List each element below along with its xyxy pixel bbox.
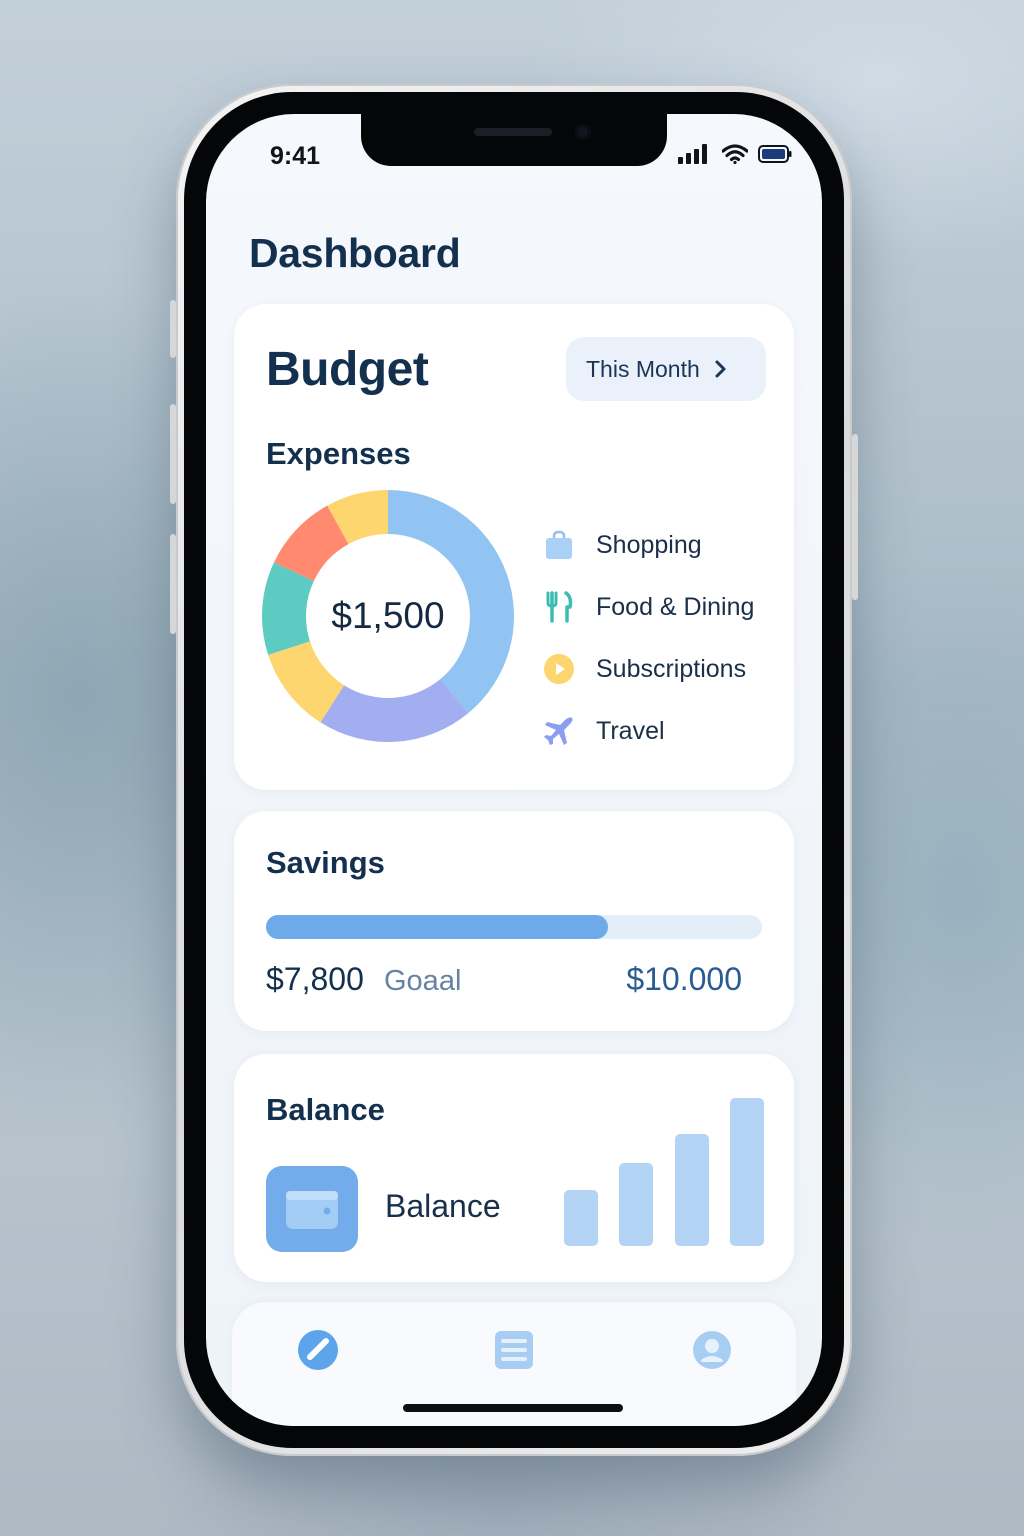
speaker-grille [474, 128, 552, 136]
airplane-icon [542, 714, 576, 748]
fork-knife-icon [542, 590, 576, 624]
legend-item-travel[interactable]: Travel [542, 700, 754, 762]
goal-label: Goaal [384, 965, 462, 997]
tab-overview[interactable] [296, 1328, 340, 1372]
legend-item-shopping[interactable]: Shopping [542, 514, 754, 576]
shopping-bag-icon [542, 528, 576, 562]
balance-bar [564, 1190, 598, 1246]
tab-list[interactable] [492, 1328, 536, 1372]
side-button-power [852, 434, 858, 600]
expenses-legend: Shopping Food & Dining Subscriptions Tra… [542, 514, 754, 762]
side-button-volume-down [170, 534, 176, 634]
status-icons [678, 144, 792, 164]
period-selector-button[interactable]: This Month [566, 337, 766, 401]
budget-card: Budget This Month Expenses $1,500 Shoppi… [234, 304, 794, 790]
chevron-right-icon [715, 360, 726, 378]
balance-bar-chart [564, 1098, 764, 1246]
savings-progress-fill [266, 915, 609, 939]
home-indicator[interactable] [403, 1404, 623, 1412]
pie-chart-icon [298, 1330, 338, 1370]
expenses-label: Expenses [266, 436, 411, 471]
wallet-icon [266, 1166, 358, 1252]
tab-profile[interactable] [690, 1328, 734, 1372]
period-selector-label: This Month [586, 355, 700, 382]
balance-bar [619, 1163, 653, 1246]
expenses-donut-chart: $1,500 [262, 490, 514, 742]
balance-bar [675, 1134, 709, 1246]
page-title: Dashboard [249, 230, 461, 276]
play-icon [542, 652, 576, 686]
legend-item-food-dining[interactable]: Food & Dining [542, 576, 754, 638]
budget-title: Budget [266, 343, 429, 396]
status-time: 9:41 [270, 142, 321, 170]
front-camera [575, 124, 591, 140]
legend-item-subscriptions[interactable]: Subscriptions [542, 638, 754, 700]
side-button-silent [170, 300, 176, 358]
notch [361, 114, 667, 166]
side-button-volume-up [170, 404, 176, 504]
legend-label: Travel [596, 716, 665, 745]
profile-icon [693, 1331, 731, 1369]
balance-card[interactable]: Balance Balance [234, 1054, 794, 1282]
balance-title: Balance [266, 1092, 385, 1127]
list-icon [495, 1331, 533, 1369]
wifi-icon [722, 144, 748, 164]
expenses-total: $1,500 [331, 595, 445, 636]
battery-icon [758, 145, 792, 163]
savings-progress-bar [266, 915, 762, 939]
phone-screen: 9:41 Dashboard Budget This Month Expense… [206, 114, 822, 1426]
balance-bar [730, 1098, 764, 1246]
cellular-signal-icon [678, 144, 707, 164]
legend-label: Shopping [596, 530, 702, 559]
legend-label: Food & Dining [596, 592, 755, 621]
goal-amount: $10.000 [626, 961, 742, 997]
savings-amount: $7,800 [266, 961, 364, 997]
savings-title: Savings [266, 845, 385, 880]
legend-label: Subscriptions [596, 654, 747, 683]
balance-label: Balance [385, 1188, 501, 1224]
savings-card: Savings $7,800 Goaal $10.000 [234, 811, 794, 1031]
